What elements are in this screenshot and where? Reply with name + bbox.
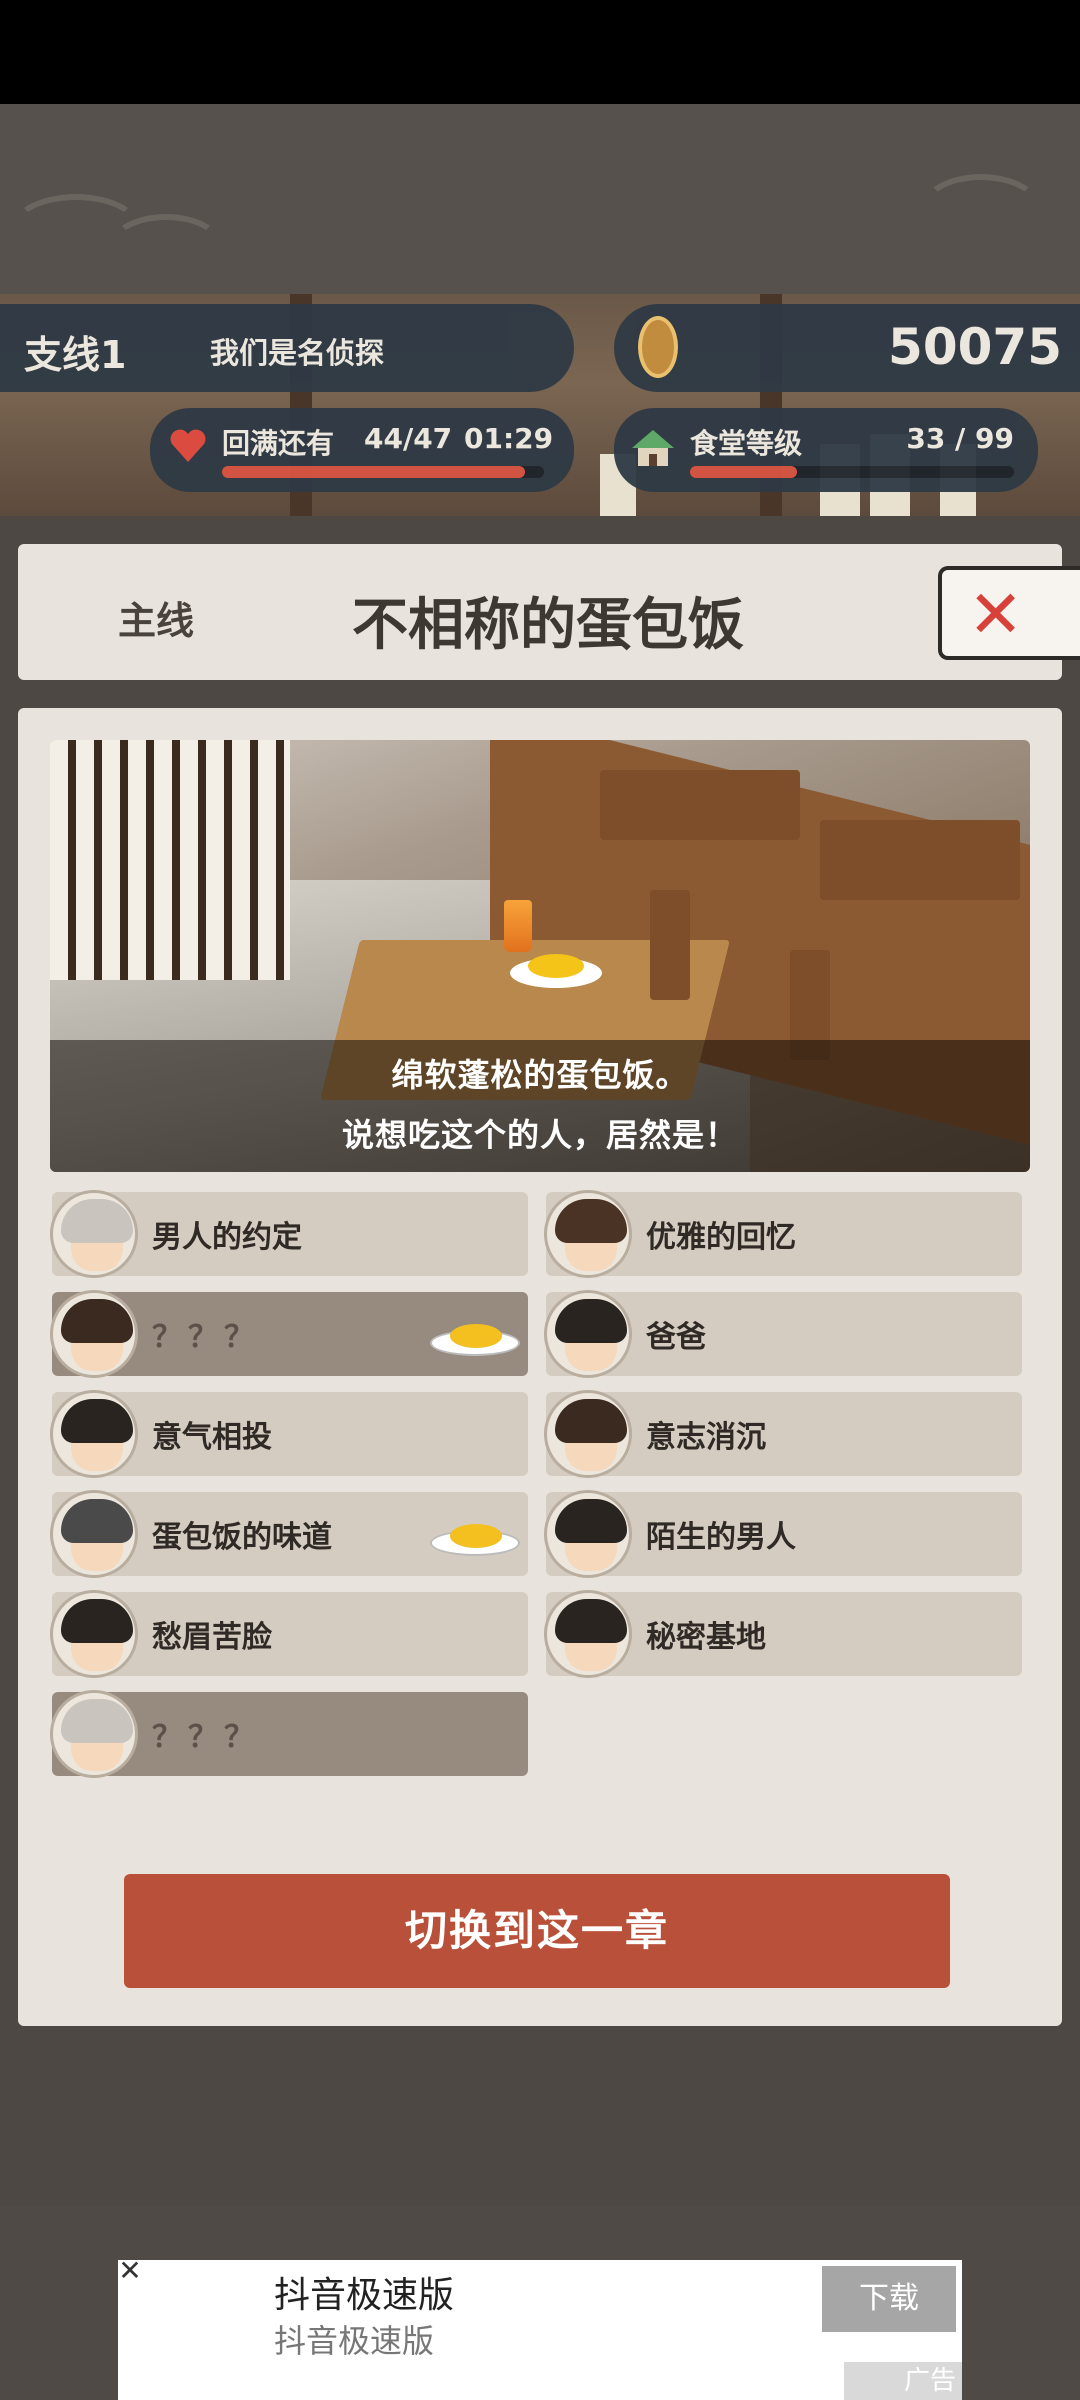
omurice-dish-icon [430,1316,520,1356]
chapter-item-label: 意气相投 [152,1420,272,1455]
grandma2-avatar [50,1690,138,1778]
stamina-pill[interactable]: 回满还有 44/47 01:29 [150,408,574,492]
switch-chapter-button[interactable]: 切换到这一章 [124,1874,950,1988]
man-avatar [50,1290,138,1378]
juice-glass-icon [504,900,532,952]
branch-title: 我们是名侦探 [210,336,385,370]
boy3-avatar [544,1590,632,1678]
chapter-item-label: 愁眉苦脸 [152,1620,272,1655]
coins-pill: 50075 [614,304,1080,392]
chapter-item-label: 秘密基地 [646,1620,766,1655]
chapter-item-label: 爸爸 [646,1320,706,1355]
chapter-item[interactable]: 意气相投 [50,1390,528,1478]
ad-subtitle: 抖音极速版 [274,2322,435,2360]
chapter-item-label: 意志消沉 [646,1420,766,1455]
chapter-item[interactable]: ？？？ [50,1690,528,1778]
ad-title: 抖音极速版 [274,2275,455,2316]
house-icon [628,426,678,470]
stamina-value: 44/47 [364,422,453,455]
chapter-item-label: 蛋包饭的味道 [152,1520,332,1555]
ad-close-icon[interactable]: ✕ [118,2257,142,2285]
stamina-label: 回满还有 [222,427,335,460]
canteen-level: 33 / 99 [906,422,1014,455]
top-background [0,104,1080,294]
omurice-scene-icon [528,954,584,978]
canteen-bar [690,466,1014,478]
omurice-icon [430,1516,520,1556]
chapter-item[interactable]: 陌生的男人 [544,1490,1022,1578]
chapter-item-label: ？？？ [152,1720,260,1755]
chapter-item[interactable]: 男人的约定 [50,1190,528,1278]
gentleman-avatar [544,1190,632,1278]
chapter-item-label: 陌生的男人 [646,1520,796,1555]
chapter-item[interactable]: 愁眉苦脸 [50,1590,528,1678]
stamina-bar [222,466,544,478]
chapter-item-label: 男人的约定 [152,1220,302,1255]
branch-pill[interactable]: 支线1 我们是名侦探 [0,304,574,392]
boy2-avatar [544,1490,632,1578]
stamina-timer: 01:29 [464,422,554,455]
chapter-item[interactable]: 优雅的回忆 [544,1190,1022,1278]
stamina-bar-fill [222,466,525,478]
chapter-item[interactable]: ？？？ [50,1290,528,1378]
status-bar [0,0,1080,104]
canteen-pill[interactable]: 食堂等级 33 / 99 [614,408,1038,492]
chapter-item[interactable]: 秘密基地 [544,1590,1022,1678]
chapter-scene-image: 绵软蓬松的蛋包饭。 说想吃这个的人，居然是！ [50,740,1030,1172]
close-button[interactable]: ✕ [938,566,1080,660]
canteen-label: 食堂等级 [690,427,803,460]
tab-main-story[interactable]: 主线 [118,590,194,645]
coin-count: 50075 [888,318,1062,376]
grandma-avatar [50,1190,138,1278]
scene-caption-line1: 绵软蓬松的蛋包饭。 [391,1056,689,1094]
chapter-item[interactable]: 爸爸 [544,1290,1022,1378]
scene-caption-line2: 说想吃这个的人，居然是！ [341,1116,738,1154]
chapter-item-label: 优雅的回忆 [646,1220,796,1255]
chapter-item-label: ？？？ [152,1320,260,1355]
chapter-header: 主线 不相称的蛋包饭 [18,544,1062,680]
heart-icon [168,426,208,466]
chapter-title: 不相称的蛋包饭 [352,593,744,658]
boy-avatar [50,1390,138,1478]
woman-avatar [50,1590,138,1678]
branch-tag: 支线1 [24,333,127,377]
man2-avatar [544,1390,632,1478]
girl-avatar [544,1290,632,1378]
coin-icon [638,316,678,378]
chapter-item[interactable]: 蛋包饭的味道 [50,1490,528,1578]
ad-download-button[interactable]: 下载 [822,2266,956,2332]
ad-label: 广告 [844,2362,962,2400]
close-x-icon: ✕ [968,576,1024,653]
chapter-item[interactable]: 意志消沉 [544,1390,1022,1478]
sunglasses-man-avatar [50,1490,138,1578]
canteen-bar-fill [690,466,797,478]
